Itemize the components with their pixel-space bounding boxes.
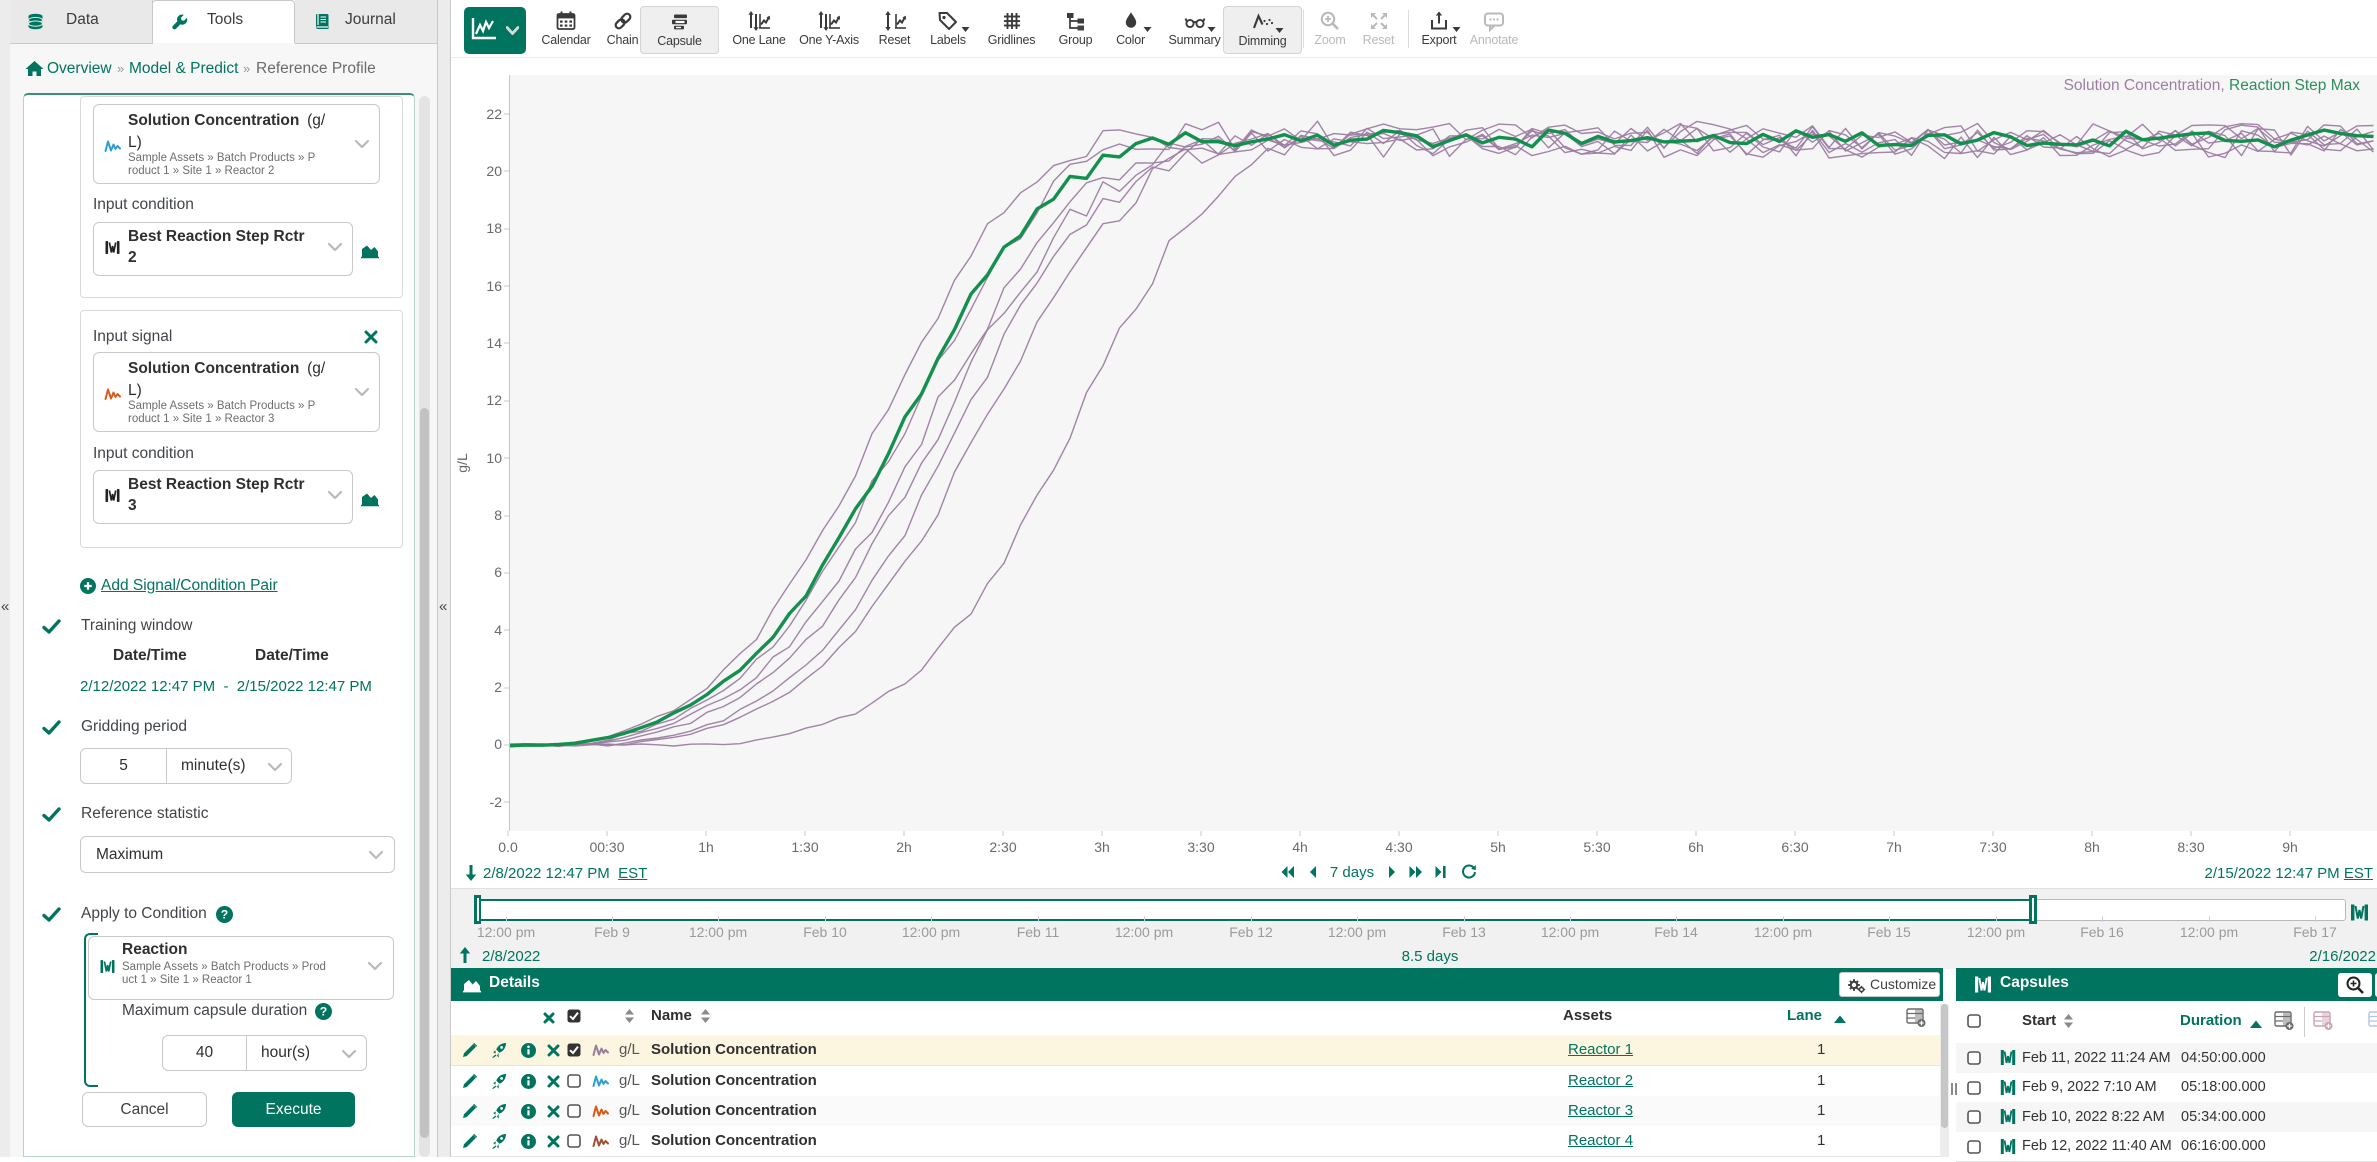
svg-text:6h: 6h bbox=[1688, 839, 1704, 855]
svg-text:0.0: 0.0 bbox=[498, 839, 518, 855]
svg-text:18: 18 bbox=[486, 220, 502, 236]
svg-text:8: 8 bbox=[494, 507, 502, 523]
svg-text:3:30: 3:30 bbox=[1187, 839, 1214, 855]
svg-text:3h: 3h bbox=[1094, 839, 1110, 855]
svg-text:1:30: 1:30 bbox=[791, 839, 818, 855]
svg-text:Solution Concentration, Reacti: Solution Concentration, Reaction Step Ma… bbox=[2064, 77, 2361, 94]
svg-text:20: 20 bbox=[486, 163, 502, 179]
svg-text:6: 6 bbox=[494, 564, 502, 580]
svg-text:2: 2 bbox=[494, 679, 502, 695]
svg-text:8:30: 8:30 bbox=[2177, 839, 2204, 855]
svg-text:-2: -2 bbox=[490, 794, 503, 810]
svg-text:6:30: 6:30 bbox=[1781, 839, 1808, 855]
svg-text:0: 0 bbox=[494, 736, 502, 752]
svg-text:16: 16 bbox=[486, 278, 502, 294]
svg-text:2h: 2h bbox=[896, 839, 912, 855]
svg-text:8h: 8h bbox=[2084, 839, 2100, 855]
svg-text:4h: 4h bbox=[1292, 839, 1308, 855]
svg-text:2:30: 2:30 bbox=[989, 839, 1016, 855]
svg-text:7h: 7h bbox=[1886, 839, 1902, 855]
svg-text:10: 10 bbox=[486, 450, 502, 466]
svg-text:g/L: g/L bbox=[454, 453, 470, 473]
svg-text:4: 4 bbox=[494, 622, 502, 638]
svg-text:9h: 9h bbox=[2282, 839, 2298, 855]
svg-text:14: 14 bbox=[486, 335, 502, 351]
svg-text:4:30: 4:30 bbox=[1385, 839, 1412, 855]
svg-text:12: 12 bbox=[486, 392, 502, 408]
svg-text:1h: 1h bbox=[698, 839, 714, 855]
svg-text:?: ? bbox=[320, 1005, 327, 1019]
svg-text:5h: 5h bbox=[1490, 839, 1506, 855]
svg-text:22: 22 bbox=[486, 106, 502, 122]
svg-text:7:30: 7:30 bbox=[1979, 839, 2006, 855]
svg-text:?: ? bbox=[221, 908, 228, 922]
svg-text:5:30: 5:30 bbox=[1583, 839, 1610, 855]
svg-text:00:30: 00:30 bbox=[589, 839, 624, 855]
